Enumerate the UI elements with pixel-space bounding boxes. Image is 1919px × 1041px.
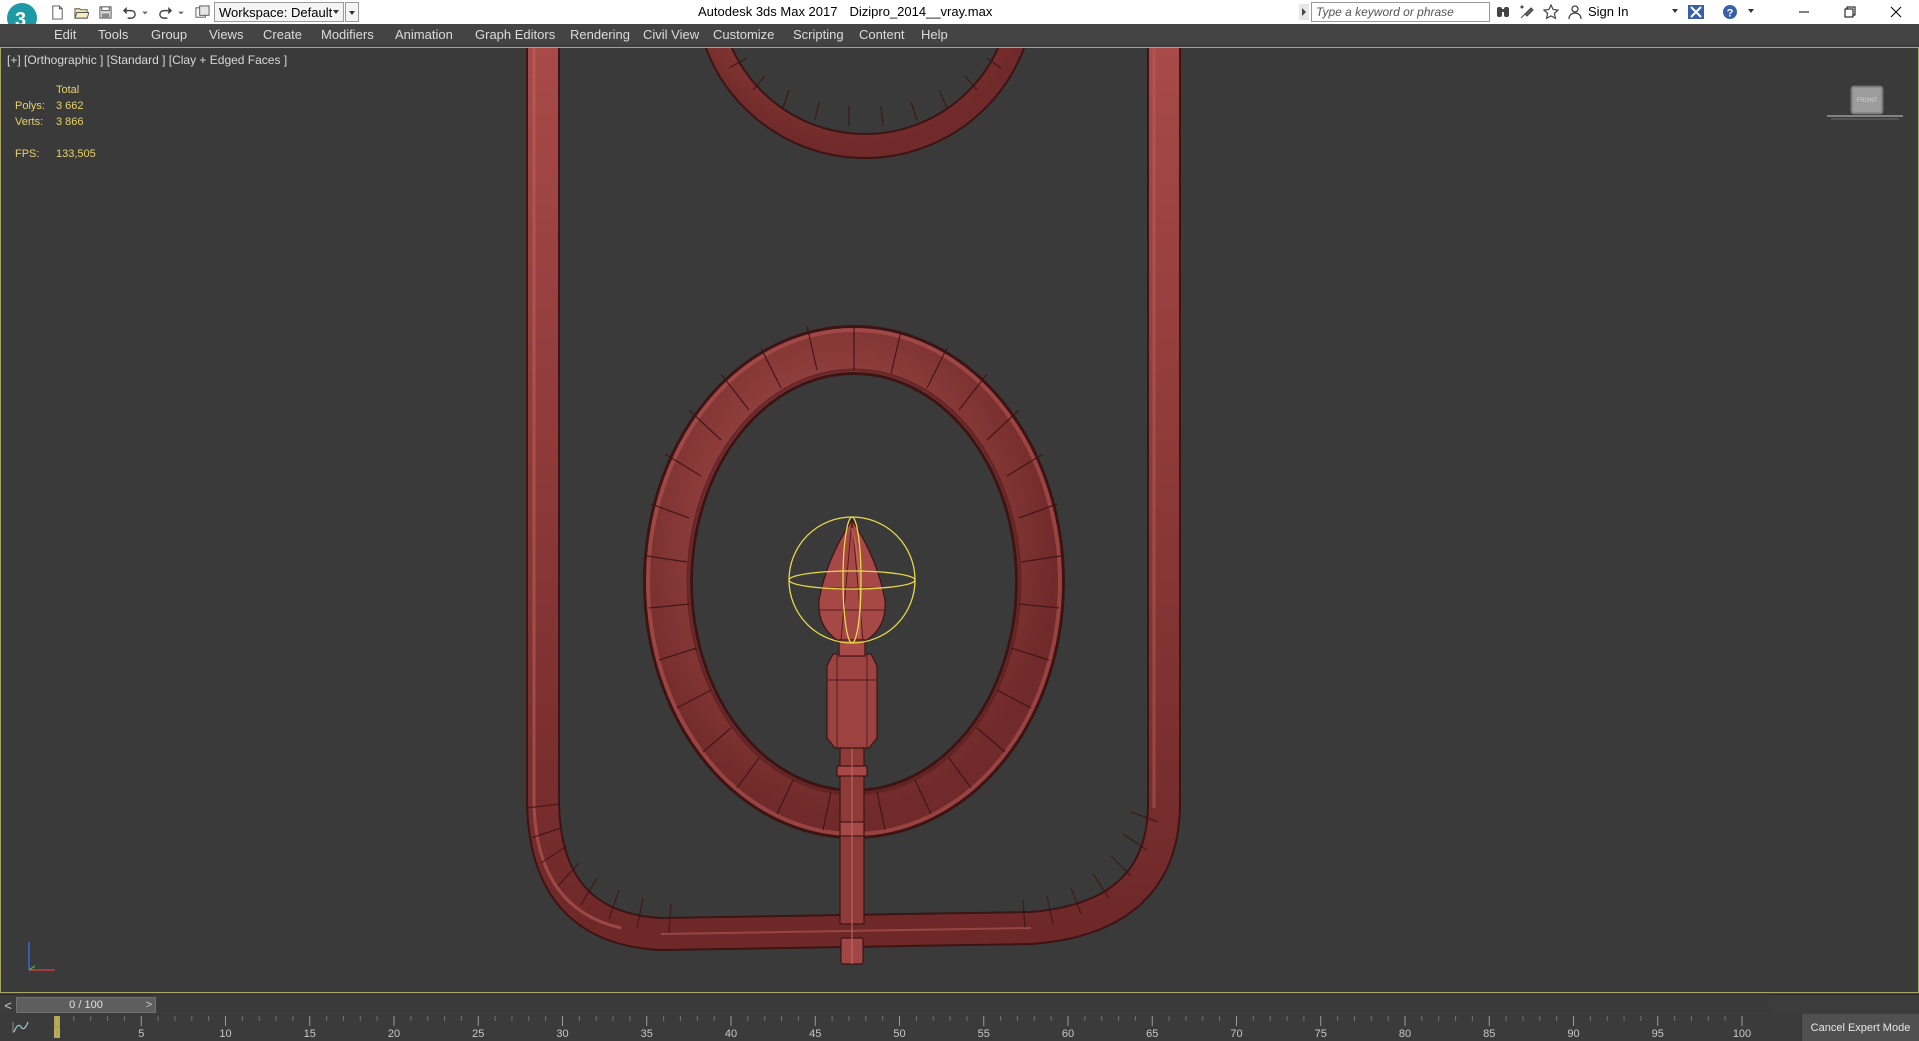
window-title: Autodesk 3ds Max 2017 Dizipro_2014__vray.… xyxy=(698,4,1004,19)
autodesk-exchange-icon[interactable] xyxy=(1687,3,1705,21)
menu-graph-editors[interactable]: Graph Editors xyxy=(475,27,555,42)
menu-animation[interactable]: Animation xyxy=(395,27,453,42)
minimize-icon[interactable] xyxy=(1781,0,1827,24)
viewport-orthographic[interactable]: [+] [Orthographic ] [Standard ] [Clay + … xyxy=(0,47,1919,993)
open-file-icon[interactable] xyxy=(72,3,90,21)
track-tick-label: 5 xyxy=(138,1028,144,1040)
track-tick-label: 15 xyxy=(304,1028,316,1040)
save-icon[interactable] xyxy=(96,3,114,21)
user-icon[interactable] xyxy=(1566,3,1584,21)
menu-help[interactable]: Help xyxy=(921,27,948,42)
viewport-label-menu[interactable]: [+] [Orthographic ] [Standard ] [Clay + … xyxy=(7,53,287,67)
restore-icon[interactable] xyxy=(1827,0,1873,24)
menu-customize[interactable]: Customize xyxy=(713,27,774,42)
close-icon[interactable] xyxy=(1873,0,1919,24)
track-tick-label: 10 xyxy=(219,1028,231,1040)
menu-edit[interactable]: Edit xyxy=(54,27,76,42)
stats-header: Total xyxy=(56,84,80,96)
title-bar: 3 MAX Workspace: Default Autodesk 3ds Ma… xyxy=(0,0,1919,38)
sign-in-link[interactable]: Sign In xyxy=(1588,4,1628,19)
menu-create[interactable]: Create xyxy=(263,27,302,42)
file-name: Dizipro_2014__vray.max xyxy=(849,4,993,19)
undo-dropdown-icon[interactable] xyxy=(140,3,150,21)
workspace-label: Workspace: Default xyxy=(219,5,333,20)
track-bar-ruler[interactable]: 0510152025303540455055606570758085909510… xyxy=(0,1014,1919,1041)
time-slider-track[interactable] xyxy=(16,997,1769,1013)
track-tick-label: 40 xyxy=(725,1028,737,1040)
stats-verts-value: 3 866 xyxy=(56,116,84,128)
chevron-down-icon[interactable] xyxy=(1672,9,1678,13)
track-tick-label: 65 xyxy=(1146,1028,1158,1040)
viewcube-face-label: FRONT xyxy=(1857,98,1878,104)
current-frame-marker[interactable] xyxy=(54,1016,60,1038)
track-tick-label: 80 xyxy=(1399,1028,1411,1040)
menu-bar: Edit Tools Group Views Create Modifiers … xyxy=(0,24,1919,46)
track-tick-label: 50 xyxy=(893,1028,905,1040)
undo-icon[interactable] xyxy=(120,3,138,21)
track-tick-label: 30 xyxy=(556,1028,568,1040)
track-tick-label: 70 xyxy=(1230,1028,1242,1040)
search-expand-icon[interactable] xyxy=(1299,4,1309,20)
menu-modifiers[interactable]: Modifiers xyxy=(321,27,374,42)
binoculars-icon[interactable] xyxy=(1494,3,1512,21)
track-tick-label: 75 xyxy=(1315,1028,1327,1040)
favorites-star-icon[interactable] xyxy=(1542,3,1560,21)
menu-scripting[interactable]: Scripting xyxy=(793,27,844,42)
time-slider-next-button[interactable]: > xyxy=(141,995,157,1015)
scene-canvas[interactable] xyxy=(1,48,1918,992)
stats-fps-value: 133,505 xyxy=(56,148,96,160)
time-slider-prev-button[interactable]: < xyxy=(0,995,16,1015)
time-slider-thumb[interactable]: 0 / 100 xyxy=(16,997,156,1013)
track-tick-label: 20 xyxy=(388,1028,400,1040)
stats-verts-label: Verts: xyxy=(15,116,44,128)
chevron-down-icon[interactable] xyxy=(1748,9,1754,13)
help-icon[interactable]: ? xyxy=(1721,3,1739,21)
menu-rendering[interactable]: Rendering xyxy=(570,27,630,42)
menu-civil-view[interactable]: Civil View xyxy=(643,27,699,42)
track-tick-label: 55 xyxy=(978,1028,990,1040)
chevron-down-icon xyxy=(333,10,339,14)
stats-polys-label: Polys: xyxy=(15,100,45,112)
viewcube-icon[interactable]: FRONT xyxy=(1825,82,1905,132)
menu-tools[interactable]: Tools xyxy=(98,27,128,42)
menu-content[interactable]: Content xyxy=(859,27,905,42)
lamp-socket-mesh[interactable] xyxy=(818,518,886,965)
cancel-expert-mode-button[interactable]: Cancel Expert Mode xyxy=(1801,1014,1919,1041)
svg-text:?: ? xyxy=(1727,8,1734,20)
time-slider[interactable]: < 0 / 100 > xyxy=(0,994,1919,1014)
new-file-icon[interactable] xyxy=(48,3,66,21)
track-tick-label: 45 xyxy=(809,1028,821,1040)
quick-access-customize-button[interactable] xyxy=(345,2,359,22)
redo-dropdown-icon[interactable] xyxy=(176,3,186,21)
communication-center-icon[interactable] xyxy=(1518,3,1536,21)
track-tick-label: 60 xyxy=(1062,1028,1074,1040)
track-tick-label: 85 xyxy=(1483,1028,1495,1040)
project-folder-icon[interactable] xyxy=(193,3,211,21)
menu-views[interactable]: Views xyxy=(209,27,243,42)
axis-tripod-icon xyxy=(28,942,55,971)
track-tick-label: 100 xyxy=(1733,1028,1751,1040)
track-tick-label: 90 xyxy=(1567,1028,1579,1040)
upper-ring-mesh[interactable] xyxy=(704,48,1026,159)
track-bar[interactable]: 0510152025303540455055606570758085909510… xyxy=(0,1014,1919,1041)
track-tick-label: 95 xyxy=(1652,1028,1664,1040)
search-input[interactable]: Type a keyword or phrase xyxy=(1311,2,1490,22)
redo-icon[interactable] xyxy=(156,3,174,21)
track-tick-label: 35 xyxy=(641,1028,653,1040)
menu-group[interactable]: Group xyxy=(151,27,187,42)
workspace-dropdown[interactable]: Workspace: Default xyxy=(214,2,344,22)
track-tick-label: 25 xyxy=(472,1028,484,1040)
app-name: Autodesk 3ds Max 2017 xyxy=(698,4,838,19)
stats-fps-label: FPS: xyxy=(15,148,40,160)
stats-polys-value: 3 662 xyxy=(56,100,84,112)
